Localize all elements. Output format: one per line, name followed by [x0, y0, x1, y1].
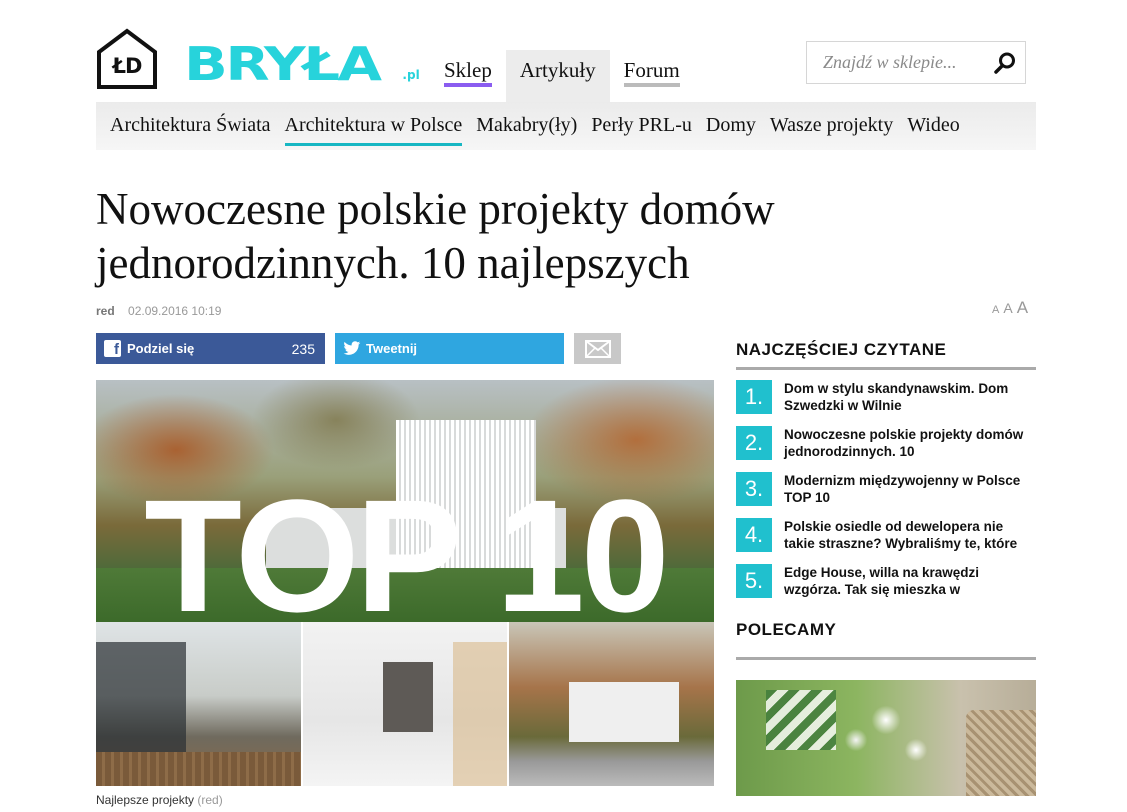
popular-item-title: Polskie osiedle od dewelopera nie takie …	[784, 519, 1018, 551]
popular-item-number: 3.	[736, 472, 772, 506]
popular-item-number: 1.	[736, 380, 772, 414]
hero-caption-text: Najlepsze projekty	[96, 793, 195, 807]
popular-item[interactable]: 5. Edge House, willa na krawędzi wzgórza…	[736, 564, 1036, 610]
popular-list: 1. Dom w stylu skandynawskim. Dom Szwedz…	[736, 380, 1036, 610]
category-nav: Architektura Świata Architektura w Polsc…	[96, 102, 1036, 150]
tab-forum-label: Forum	[623, 58, 680, 82]
font-size-medium-button[interactable]: A	[1003, 300, 1012, 316]
site-logo-wordmark[interactable]: BRYŁA .pl	[184, 37, 420, 91]
category-domy[interactable]: Domy	[706, 102, 756, 137]
hero-thumbnail-terrace	[96, 622, 301, 786]
logo-word: BRYŁA	[184, 37, 382, 91]
popular-item-number: 4.	[736, 518, 772, 552]
twitter-bird-icon	[343, 341, 361, 355]
hero-thumbnail-house	[509, 622, 714, 786]
facebook-share-count: 235	[291, 340, 315, 357]
article-date: 02.09.2016 10:19	[128, 304, 222, 318]
font-size-controls: A A A	[992, 298, 1028, 318]
tab-sklep-label: Sklep	[444, 58, 492, 82]
share-buttons: f Podziel się 235 Tweetnij	[96, 333, 621, 364]
popular-item[interactable]: 4. Polskie osiedle od dewelopera nie tak…	[736, 518, 1036, 564]
popular-item[interactable]: 1. Dom w stylu skandynawskim. Dom Szwedz…	[736, 380, 1036, 426]
article-hero-image[interactable]: TOP 10	[96, 380, 714, 786]
article-title: Nowoczesne polskie projekty domów jednor…	[96, 184, 775, 288]
popular-item-title: Modernizm międzywojenny w Polsce TOP 10	[784, 473, 1021, 505]
font-size-small-button[interactable]: A	[992, 304, 999, 316]
recommended-article-image[interactable]	[736, 680, 1036, 796]
category-architektura-w-polsce[interactable]: Architektura w Polsce	[284, 102, 462, 146]
popular-item-number: 5.	[736, 564, 772, 598]
twitter-share-label: Tweetnij	[366, 341, 418, 356]
twitter-share-button[interactable]: Tweetnij	[335, 333, 564, 364]
popular-item-title: Dom w stylu skandynawskim. Dom Szwedzki …	[784, 381, 1009, 413]
facebook-share-button[interactable]: f Podziel się 235	[96, 333, 325, 364]
category-wideo[interactable]: Wideo	[907, 102, 960, 137]
hero-overlay-text: TOP 10	[144, 466, 670, 645]
hero-caption: Najlepsze projekty (red)	[96, 793, 223, 807]
shop-search	[806, 41, 1026, 84]
recommended-heading: POLECAMY	[736, 620, 837, 639]
article-meta: red 02.09.2016 10:19	[96, 304, 221, 318]
logo-suffix: .pl	[402, 68, 420, 82]
hero-thumbnail-kitchen	[302, 622, 508, 786]
article-author[interactable]: red	[96, 304, 115, 318]
email-share-button[interactable]	[574, 333, 621, 364]
main-nav: Sklep Artykuły Forum	[430, 50, 694, 102]
tab-artykuly[interactable]: Artykuły	[505, 50, 610, 102]
recommended-image-chair	[966, 710, 1036, 796]
popular-item-title: Edge House, willa na krawędzi wzgórza. T…	[784, 565, 980, 597]
logo-house-text: ŁD	[112, 54, 143, 78]
category-makabry[interactable]: Makabry(ły)	[476, 102, 577, 137]
hero-caption-source: (red)	[197, 793, 223, 807]
popular-item-title: Nowoczesne polskie projekty domów jednor…	[784, 427, 1024, 459]
recommended-divider	[736, 657, 1036, 660]
recommended-image-planter	[766, 690, 836, 750]
category-wasze-projekty[interactable]: Wasze projekty	[770, 102, 893, 137]
site-logo-house[interactable]: ŁD	[96, 28, 158, 90]
popular-heading: NAJCZĘŚCIEJ CZYTANE	[736, 340, 947, 359]
popular-divider	[736, 367, 1036, 370]
tab-sklep-underline	[444, 83, 492, 87]
search-input[interactable]	[807, 42, 987, 83]
category-architektura-swiata[interactable]: Architektura Świata	[110, 102, 271, 137]
search-icon[interactable]	[993, 51, 1017, 75]
envelope-icon	[584, 339, 611, 358]
hero-thumbnail-strip	[96, 622, 714, 786]
tab-artykuly-label: Artykuły	[519, 58, 596, 82]
tab-forum-underline	[623, 83, 680, 87]
facebook-share-label: Podziel się	[127, 341, 195, 356]
tab-sklep[interactable]: Sklep	[430, 50, 506, 102]
font-size-large-button[interactable]: A	[1017, 298, 1028, 318]
popular-item[interactable]: 3. Modernizm międzywojenny w Polsce TOP …	[736, 472, 1036, 518]
category-perly-prl[interactable]: Perły PRL-u	[591, 102, 692, 137]
tab-forum[interactable]: Forum	[610, 50, 694, 102]
popular-item-number: 2.	[736, 426, 772, 460]
popular-item[interactable]: 2. Nowoczesne polskie projekty domów jed…	[736, 426, 1036, 472]
facebook-icon: f	[104, 340, 121, 357]
